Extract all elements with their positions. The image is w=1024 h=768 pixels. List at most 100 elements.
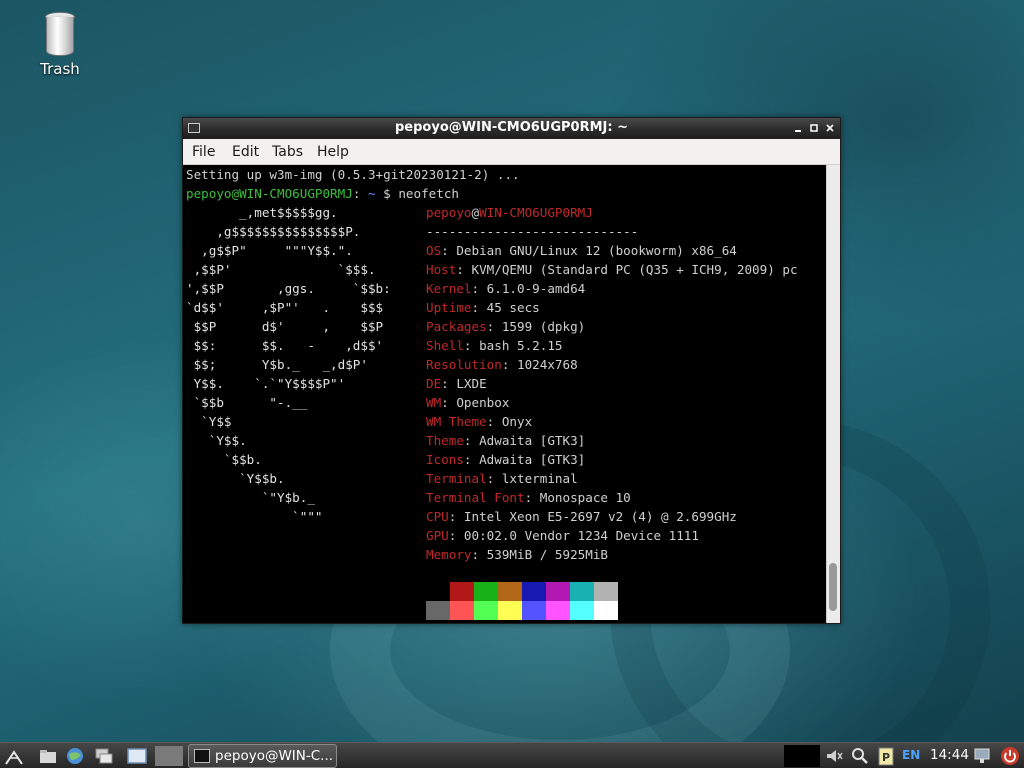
menu-tabs[interactable]: Tabs — [272, 144, 303, 160]
network-icon[interactable] — [972, 746, 992, 766]
info-key: Terminal — [426, 471, 487, 486]
logo-line: Y$$. `.`"Y$$$$P"' — [186, 376, 346, 391]
logo-line: ,g$$$$$$$$$$$$$$$P. — [186, 224, 361, 239]
desktop-icon-trash[interactable]: Trash — [28, 10, 92, 78]
cpu-monitor[interactable] — [784, 745, 820, 767]
palette-swatch — [546, 582, 570, 601]
info-row: Resolution: 1024x768 — [426, 355, 578, 374]
info-value: Monospace 10 — [539, 490, 631, 505]
menu-bar: File Edit Tabs Help — [183, 139, 840, 165]
terminal-window[interactable]: pepoyo@WIN-CMO6UGP0RMJ: ~ File Edit Tabs… — [182, 117, 841, 624]
info-row: WM Theme: Onyx — [426, 412, 532, 431]
power-icon[interactable] — [1000, 746, 1020, 766]
command-text: neofetch — [398, 186, 459, 201]
window-titlebar[interactable]: pepoyo@WIN-CMO6UGP0RMJ: ~ — [183, 118, 840, 139]
menu-icon[interactable] — [4, 746, 24, 766]
info-key: GPU — [426, 528, 449, 543]
terminal-scrollbar[interactable] — [826, 165, 840, 623]
minimize-icon — [795, 130, 801, 132]
info-row: Memory: 539MiB / 5925MiB — [426, 545, 608, 564]
info-key: Packages — [426, 319, 487, 334]
palette-swatch — [426, 582, 450, 601]
trash-icon — [45, 12, 75, 56]
info-value: 00:02.0 Vendor 1234 Device 1111 — [463, 528, 699, 543]
info-separator: : — [486, 319, 502, 334]
info-value: 1024x768 — [517, 357, 578, 372]
palette-swatch — [498, 601, 522, 620]
palette-swatch — [450, 601, 474, 620]
info-value: Openbox — [456, 395, 510, 410]
minimize-button[interactable] — [791, 121, 805, 135]
info-value: Adwaita [GTK3] — [479, 433, 586, 448]
info-row: DE: LXDE — [426, 374, 487, 393]
scrollbar-thumb[interactable] — [829, 563, 837, 611]
info-separator: : — [471, 547, 487, 562]
info-key: Theme — [426, 433, 464, 448]
info-value: Onyx — [501, 414, 533, 429]
menu-edit[interactable]: Edit — [232, 144, 259, 160]
maximize-icon — [810, 124, 818, 132]
info-separator: : — [448, 509, 464, 524]
folder-icon[interactable] — [38, 746, 58, 766]
keyboard-layout-indicator[interactable]: EN — [902, 748, 920, 762]
volume-icon[interactable] — [824, 746, 844, 766]
taskbar-window-terminal[interactable]: pepoyo@WIN-C... — [188, 744, 337, 768]
info-key: Icons — [426, 452, 464, 467]
clipboard-icon[interactable]: P — [876, 746, 896, 766]
logo-line: `d$$' ,$P"' . $$$ — [186, 300, 384, 315]
info-value: lxterminal — [501, 471, 578, 486]
close-icon — [826, 124, 834, 132]
info-row: Kernel: 6.1.0-9-amd64 — [426, 279, 585, 298]
info-value: Adwaita [GTK3] — [479, 452, 586, 467]
info-value: Intel Xeon E5-2697 v2 (4) @ 2.699GHz — [463, 509, 737, 524]
logo-line: $$P d$' , $$P — [186, 319, 384, 334]
palette-swatch — [570, 582, 594, 601]
terminal-output[interactable]: Setting up w3m-img (0.5.3+git20230121-2)… — [183, 165, 826, 623]
svg-text:P: P — [882, 751, 890, 764]
logo-line: `"Y$b._ — [186, 490, 315, 505]
palette-swatch — [498, 582, 522, 601]
menu-file[interactable]: File — [192, 144, 215, 160]
info-key: Uptime — [426, 300, 472, 315]
info-value: 45 secs — [486, 300, 540, 315]
info-separator: : — [456, 262, 472, 277]
info-row: Host: KVM/QEMU (Standard PC (Q35 + ICH9,… — [426, 260, 798, 279]
info-separator: : — [471, 300, 487, 315]
logo-line: _,met$$$$$gg. — [186, 205, 338, 220]
info-key: Shell — [426, 338, 464, 353]
info-separator: : — [486, 414, 502, 429]
logo-line: `Y$$ — [186, 414, 232, 429]
setup-line: Setting up w3m-img (0.5.3+git20230121-2)… — [186, 167, 520, 182]
host-user: pepoyo — [426, 205, 472, 220]
taskbar-spacer — [155, 746, 183, 766]
info-row: Theme: Adwaita [GTK3] — [426, 431, 585, 450]
info-separator: : — [441, 243, 457, 258]
clock[interactable]: 14:44 — [930, 747, 969, 763]
info-row: Icons: Adwaita [GTK3] — [426, 450, 585, 469]
window-title: pepoyo@WIN-CMO6UGP0RMJ: ~ — [395, 120, 628, 135]
prompt-line: pepoyo@WIN-CMO6UGP0RMJ: ~ $ neofetch — [186, 184, 459, 203]
logo-line: $$: $$. - ,d$$' — [186, 338, 384, 353]
search-icon[interactable] — [850, 746, 870, 766]
palette-swatch — [522, 601, 546, 620]
maximize-button[interactable] — [807, 121, 821, 135]
show-desktop-icon[interactable] — [127, 746, 147, 766]
info-separator: : — [524, 490, 540, 505]
menu-help[interactable]: Help — [317, 144, 349, 160]
host-at: @ — [471, 205, 480, 220]
desktop-icon-label: Trash — [40, 60, 80, 78]
host-name: WIN-CMO6UGP0RMJ — [479, 205, 593, 220]
logo-line: `Y$$b. — [186, 471, 285, 486]
palette-swatch — [546, 601, 570, 620]
info-separator: : — [463, 433, 480, 448]
palette-swatch — [522, 582, 546, 601]
logo-line: `$$b. — [186, 452, 262, 467]
logo-line: ',$$P ,ggs. `$$b: — [186, 281, 391, 296]
info-value: 6.1.0-9-amd64 — [486, 281, 586, 296]
info-value: bash 5.2.15 — [479, 338, 563, 353]
close-button[interactable] — [823, 121, 837, 135]
browser-icon[interactable] — [65, 746, 85, 766]
switch-windows-icon[interactable] — [94, 746, 114, 766]
info-key: WM — [426, 395, 442, 410]
info-row: WM: Openbox — [426, 393, 509, 412]
